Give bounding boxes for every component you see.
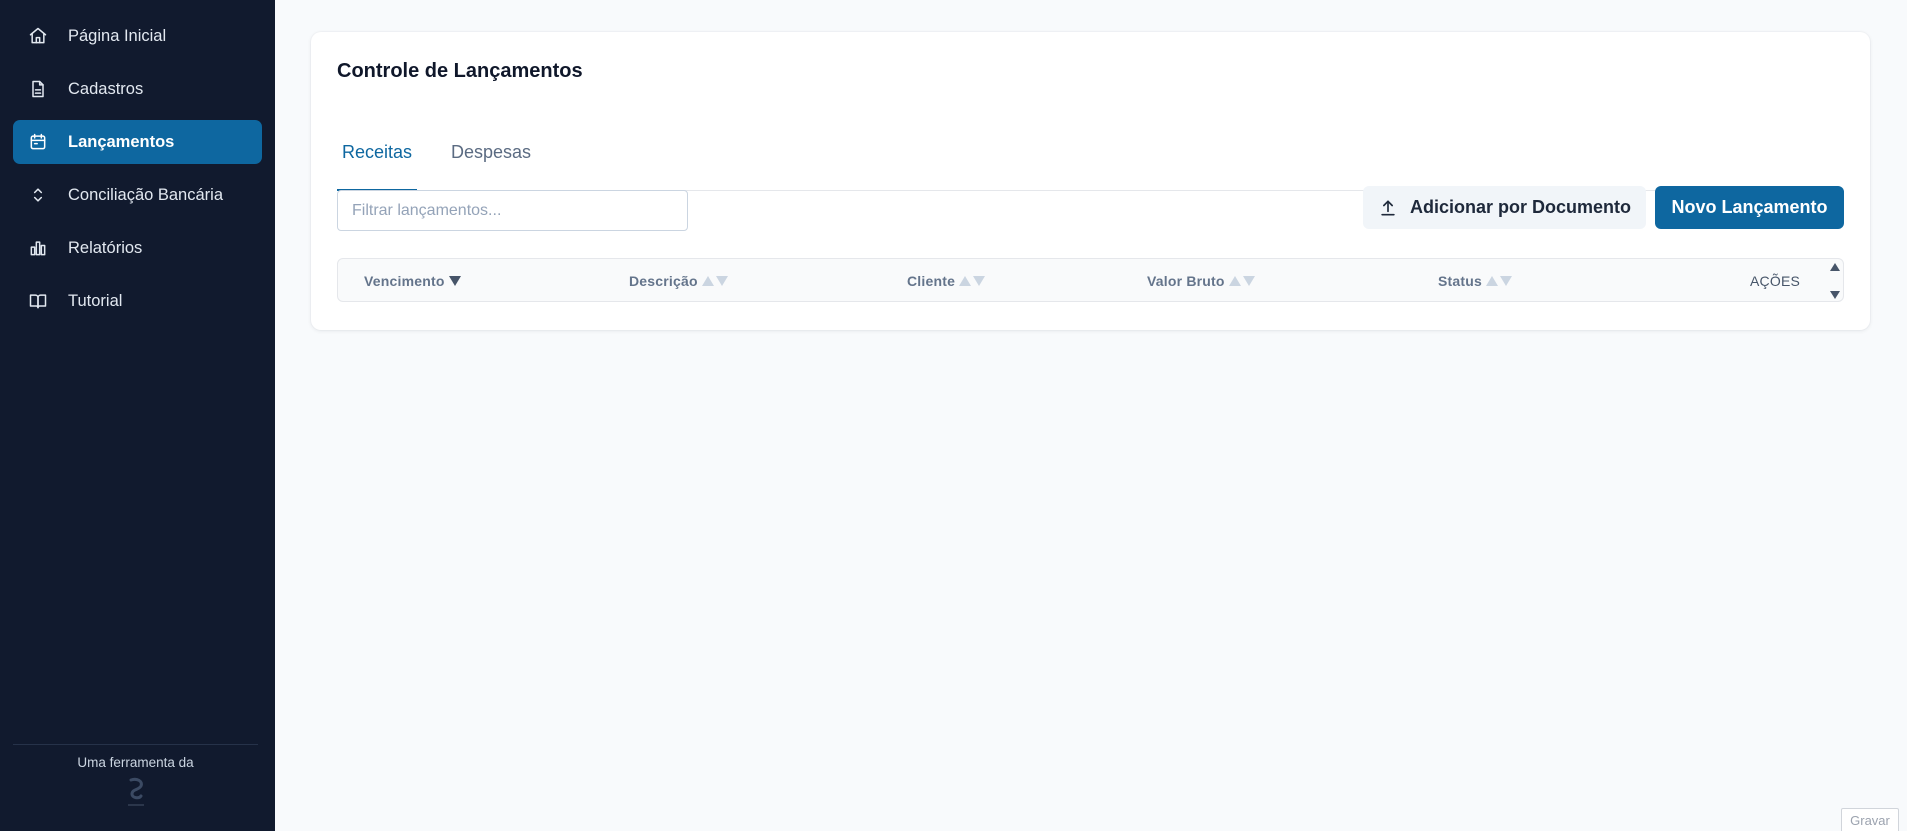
chevron-up-down-icon <box>27 184 49 206</box>
sidebar-item-label: Relatórios <box>68 238 143 257</box>
scroll-up-arrow-icon[interactable] <box>1830 263 1840 271</box>
sidebar-item-lancamentos[interactable]: Lançamentos <box>13 120 262 164</box>
entries-table: Vencimento Descrição Cliente Valor Bruto… <box>337 258 1844 302</box>
add-by-document-button[interactable]: Adicionar por Documento <box>1363 186 1646 229</box>
new-entry-button[interactable]: Novo Lançamento <box>1655 186 1844 229</box>
calendar-icon <box>27 131 49 153</box>
sidebar-item-label: Cadastros <box>68 79 144 98</box>
sidebar-item-tutorial[interactable]: Tutorial <box>13 279 262 323</box>
page-title: Controle de Lançamentos <box>337 60 583 82</box>
launch-control-card: Controle de Lançamentos Receitas Despesa… <box>311 32 1870 330</box>
sidebar-item-label: Tutorial <box>68 291 123 310</box>
sidebar-item-pagina-inicial[interactable]: Página Inicial <box>13 14 262 58</box>
sidebar-item-cadastros[interactable]: Cadastros <box>13 67 262 111</box>
book-icon <box>27 290 49 312</box>
sort-icon <box>1228 276 1255 286</box>
column-label: Status <box>1438 273 1482 289</box>
sidebar-item-conciliacao-bancaria[interactable]: Conciliação Bancária <box>13 173 262 217</box>
table-scrollbar[interactable] <box>1827 259 1843 303</box>
filter-input[interactable] <box>337 190 688 231</box>
footer-credit: Uma ferramenta da <box>77 755 194 770</box>
column-label: Cliente <box>907 273 956 289</box>
tab-receitas[interactable]: Receitas <box>337 118 417 191</box>
sort-icon <box>701 276 728 286</box>
brand-logo-icon <box>123 776 149 810</box>
sort-icon <box>959 276 986 286</box>
column-label: Descrição <box>629 273 698 289</box>
column-header-cliente[interactable]: Cliente <box>907 259 986 303</box>
column-header-acoes: AÇÕES <box>1750 273 1801 289</box>
column-label: Valor Bruto <box>1147 273 1225 289</box>
sort-desc-icon <box>448 276 461 286</box>
column-header-valor-bruto[interactable]: Valor Bruto <box>1147 259 1255 303</box>
sidebar-item-relatorios[interactable]: Relatórios <box>13 226 262 270</box>
bar-chart-icon <box>27 237 49 259</box>
sidebar-footer: Uma ferramenta da <box>13 744 258 815</box>
sidebar: Página Inicial Cadastros Lançamentos Con… <box>0 0 275 831</box>
tabs: Receitas Despesas <box>337 118 1844 191</box>
column-header-descricao[interactable]: Descrição <box>629 259 728 303</box>
sort-icon <box>1486 276 1512 286</box>
sidebar-nav: Página Inicial Cadastros Lançamentos Con… <box>0 0 275 323</box>
home-icon <box>27 25 49 47</box>
sidebar-item-label: Página Inicial <box>68 26 167 45</box>
upload-icon <box>1378 198 1398 218</box>
document-icon <box>27 78 49 100</box>
sidebar-item-label: Conciliação Bancária <box>68 185 224 204</box>
column-label: Vencimento <box>364 273 445 289</box>
record-button[interactable]: Gravar <box>1841 808 1899 831</box>
tab-despesas[interactable]: Despesas <box>446 118 536 191</box>
column-header-vencimento[interactable]: Vencimento <box>364 259 461 303</box>
column-header-status[interactable]: Status <box>1438 259 1512 303</box>
scroll-down-arrow-icon[interactable] <box>1830 291 1840 299</box>
sidebar-item-label: Lançamentos <box>68 132 175 151</box>
add-by-document-label: Adicionar por Documento <box>1409 197 1631 217</box>
